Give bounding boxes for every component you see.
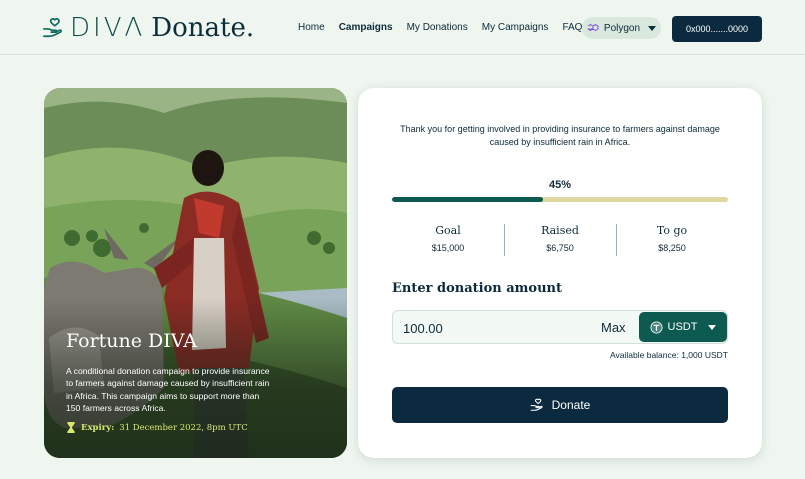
donation-amount-input[interactable] bbox=[403, 319, 583, 337]
hand-heart-icon bbox=[530, 398, 543, 411]
donate-label: Donate bbox=[551, 398, 591, 412]
hand-heart-icon bbox=[43, 18, 62, 38]
stat-value: $6,750 bbox=[546, 243, 574, 253]
network-label: Polygon bbox=[603, 22, 641, 34]
chevron-down-icon bbox=[708, 324, 717, 330]
campaign-expiry: Expiry: 31 December 2022, 8pm UTC bbox=[66, 422, 248, 433]
chevron-down-icon bbox=[648, 25, 657, 31]
token-selector[interactable]: USDT bbox=[639, 312, 727, 342]
expiry-value: 31 December 2022, 8pm UTC bbox=[119, 422, 248, 433]
nav-my-campaigns[interactable]: My Campaigns bbox=[482, 22, 549, 33]
stat-value: $15,000 bbox=[431, 243, 465, 253]
logo-donate-text: Donate. bbox=[151, 13, 255, 43]
network-selector[interactable]: Polygon bbox=[582, 17, 661, 39]
top-header: DIVΛ Donate. Home Campaigns My Donations… bbox=[0, 0, 805, 55]
funding-stats: Goal $15,000 Raised $6,750 To go $8,250 bbox=[392, 224, 728, 256]
nav-campaigns[interactable]: Campaigns bbox=[339, 22, 393, 33]
campaign-description: A conditional donation campaign to provi… bbox=[66, 366, 270, 413]
stat-value: $8,250 bbox=[658, 243, 686, 253]
max-button[interactable]: Max bbox=[601, 320, 626, 335]
progress-bar-fill bbox=[392, 197, 544, 202]
nav-home[interactable]: Home bbox=[298, 22, 325, 33]
donation-panel: Thank you for getting involved in provid… bbox=[358, 88, 762, 458]
stat-label: Raised bbox=[541, 224, 579, 237]
brand-logo[interactable]: DIVΛ Donate. bbox=[42, 12, 254, 44]
hourglass-icon bbox=[67, 422, 75, 433]
logo-diva-text: DIVΛ bbox=[70, 13, 146, 43]
nav-my-donations[interactable]: My Donations bbox=[407, 22, 468, 33]
stat-to-go: To go $8,250 bbox=[616, 224, 728, 256]
campaign-card: Fortune DIVA A conditional donation camp… bbox=[44, 88, 347, 458]
progress-percent: 45% bbox=[548, 179, 572, 191]
amount-field: Max USDT bbox=[392, 310, 728, 344]
donate-button[interactable]: Donate bbox=[392, 387, 728, 423]
available-balance: Available balance: 1,000 USDT bbox=[610, 350, 728, 360]
stat-raised: Raised $6,750 bbox=[504, 224, 616, 256]
progress-bar bbox=[392, 197, 728, 202]
amount-heading: Enter donation amount bbox=[392, 281, 562, 296]
wallet-button[interactable]: 0x000.......0000 bbox=[672, 16, 762, 42]
tether-icon bbox=[649, 320, 663, 334]
polygon-icon bbox=[587, 24, 599, 31]
expiry-label: Expiry: bbox=[81, 422, 115, 433]
token-label: USDT bbox=[667, 321, 698, 333]
donation-intro: Thank you for getting involved in provid… bbox=[400, 124, 720, 147]
stat-goal: Goal $15,000 bbox=[392, 224, 504, 256]
stat-label: Goal bbox=[435, 224, 461, 237]
stat-label: To go bbox=[656, 224, 688, 237]
campaign-title: Fortune DIVA bbox=[66, 330, 197, 352]
main-nav: Home Campaigns My Donations My Campaigns… bbox=[298, 22, 587, 33]
